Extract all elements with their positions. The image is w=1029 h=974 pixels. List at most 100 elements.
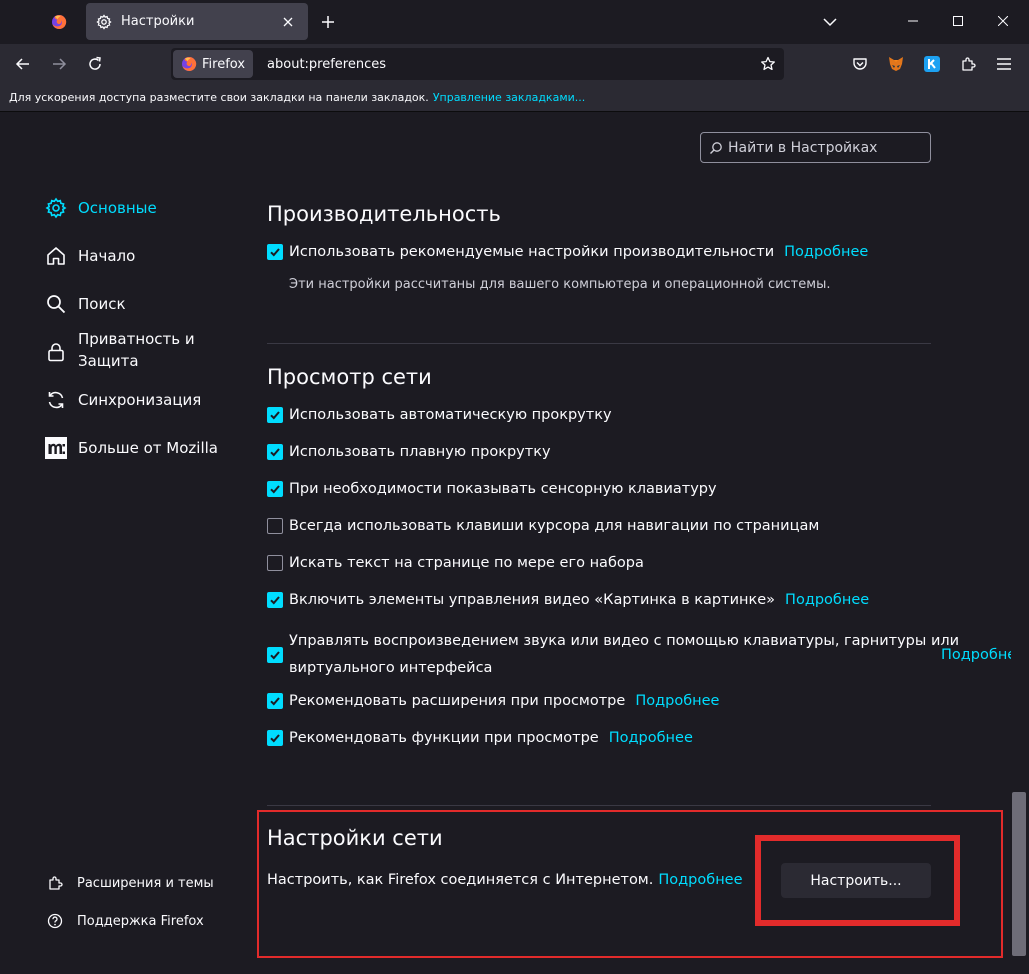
search-icon (44, 292, 68, 316)
category-label: Приватность и Защита (78, 330, 195, 370)
category-search[interactable]: Поиск (44, 292, 126, 316)
option-label: Рекомендовать расширения при просмотре (289, 693, 626, 709)
close-tab-button[interactable] (278, 12, 298, 32)
connection-settings-button[interactable]: Настроить... (781, 863, 931, 898)
checkmark-icon (270, 411, 280, 420)
firefox-logo-icon (52, 14, 67, 29)
maximize-icon (953, 16, 963, 26)
checkbox-checked[interactable] (267, 730, 283, 746)
recommended-performance-option[interactable]: Использовать рекомендуемые настройки про… (267, 244, 868, 260)
caret-browsing-option[interactable]: Всегда использовать клавиши курсора для … (267, 518, 819, 534)
k-extension-icon (924, 56, 940, 72)
media-control-option[interactable]: Управлять воспроизведением звука или вид… (267, 628, 1025, 682)
k-extension-button[interactable] (918, 50, 946, 78)
category-privacy[interactable]: Приватность и Защита (44, 328, 214, 372)
mozilla-icon (44, 436, 68, 460)
addons-link[interactable]: Расширения и темы (46, 874, 214, 892)
checkmark-icon (270, 448, 280, 457)
category-general[interactable]: Основные (44, 196, 157, 220)
option-label-line: Управлять воспроизведением звука или вид… (289, 633, 960, 649)
url-text[interactable]: about:preferences (267, 57, 754, 72)
find-as-you-type-option[interactable]: Искать текст на странице по мере его наб… (267, 555, 644, 571)
learn-more-link[interactable]: Подробнее (635, 693, 719, 709)
metamask-extension-button[interactable] (882, 50, 910, 78)
puzzle-icon (46, 874, 64, 892)
checkbox-checked[interactable] (267, 444, 283, 460)
identity-label: Firefox (202, 56, 246, 72)
app-menu-button[interactable] (990, 50, 1018, 78)
checkmark-icon (270, 734, 280, 743)
support-link[interactable]: Поддержка Firefox (46, 912, 204, 930)
reload-button[interactable] (80, 50, 110, 78)
checkbox-checked[interactable] (267, 481, 283, 497)
maximize-button[interactable] (941, 6, 975, 36)
preferences-page: Основные Начало Поиск Приватность и Защи… (0, 112, 1029, 974)
recommend-features-option[interactable]: Рекомендовать функции при просмотре Подр… (267, 730, 693, 746)
arrow-right-icon (53, 58, 67, 70)
autoscroll-option[interactable]: Использовать автоматическую прокрутку (267, 407, 612, 423)
url-bar[interactable]: Firefox about:preferences (171, 48, 784, 80)
forward-button[interactable] (44, 50, 74, 78)
checkbox-checked[interactable] (267, 244, 283, 260)
checkbox-checked[interactable] (267, 693, 283, 709)
performance-heading: Производительность (267, 202, 501, 226)
extensions-button[interactable] (954, 50, 982, 78)
option-label: Использовать автоматическую прокрутку (289, 407, 612, 423)
bookmarks-toolbar: Для ускорения доступа разместите свои за… (0, 84, 1029, 112)
picture-in-picture-option[interactable]: Включить элементы управления видео «Карт… (267, 592, 869, 608)
scrollbar-thumb[interactable] (1012, 792, 1026, 956)
recommend-extensions-option[interactable]: Рекомендовать расширения при просмотре П… (267, 693, 719, 709)
option-label-line: виртуального интерфейса (289, 660, 493, 676)
reload-icon (89, 56, 101, 70)
star-icon (761, 56, 775, 71)
touch-keyboard-option[interactable]: При необходимости показывать сенсорную к… (267, 481, 717, 497)
back-button[interactable] (8, 50, 38, 78)
minimize-button[interactable] (896, 6, 930, 36)
chevron-down-icon (823, 18, 837, 27)
home-icon (44, 244, 68, 268)
bookmark-star-button[interactable] (754, 50, 782, 78)
pocket-button[interactable] (846, 50, 874, 78)
pocket-icon (853, 58, 867, 70)
learn-more-link[interactable]: Подробнее (784, 244, 868, 260)
category-more-from-mozilla[interactable]: Больше от Mozilla (44, 436, 218, 460)
checkbox-checked[interactable] (267, 592, 283, 608)
list-all-tabs-button[interactable] (816, 8, 844, 36)
new-tab-button[interactable] (314, 8, 342, 36)
category-label: Начало (78, 247, 136, 265)
identity-box[interactable]: Firefox (173, 50, 254, 78)
checkbox-checked[interactable] (267, 407, 283, 423)
tab-settings[interactable]: Настройки (86, 3, 308, 40)
close-icon (283, 17, 293, 26)
category-label: Синхронизация (78, 391, 202, 409)
option-label: Всегда использовать клавиши курсора для … (289, 518, 820, 534)
gear-icon (44, 196, 68, 220)
learn-more-link[interactable]: Подробнее (785, 592, 869, 608)
option-label: Искать текст на странице по мере его наб… (289, 555, 644, 571)
support-link-label: Поддержка Firefox (77, 913, 204, 929)
smooth-scroll-option[interactable]: Использовать плавную прокрутку (267, 444, 551, 460)
minimize-icon (908, 20, 918, 22)
category-sync[interactable]: Синхронизация (44, 388, 201, 412)
plus-icon (322, 16, 334, 28)
gear-icon (96, 13, 112, 30)
close-window-button[interactable] (986, 6, 1020, 36)
category-label: Больше от Mozilla (78, 439, 218, 457)
option-label: Рекомендовать функции при просмотре (289, 730, 599, 746)
manage-bookmarks-link[interactable]: Управление закладками... (433, 91, 585, 104)
tab-strip: Настройки (0, 0, 1029, 44)
bookmarks-hint-text: Для ускорения доступа разместите свои за… (9, 91, 429, 104)
learn-more-link[interactable]: Подробнее (609, 730, 693, 746)
lock-icon (44, 340, 68, 364)
checkmark-icon (270, 697, 280, 706)
categories-sidebar: Основные Начало Поиск Приватность и Защи… (0, 112, 240, 974)
checkbox-unchecked[interactable] (267, 555, 283, 571)
checkbox-checked[interactable] (267, 647, 283, 663)
pinned-tab[interactable] (40, 4, 78, 40)
section-divider (267, 805, 931, 806)
checkbox-unchecked[interactable] (267, 518, 283, 534)
fox-icon (889, 57, 903, 71)
category-home[interactable]: Начало (44, 244, 135, 268)
checkmark-icon (270, 651, 280, 660)
navigation-toolbar: Firefox about:preferences (0, 44, 1029, 84)
